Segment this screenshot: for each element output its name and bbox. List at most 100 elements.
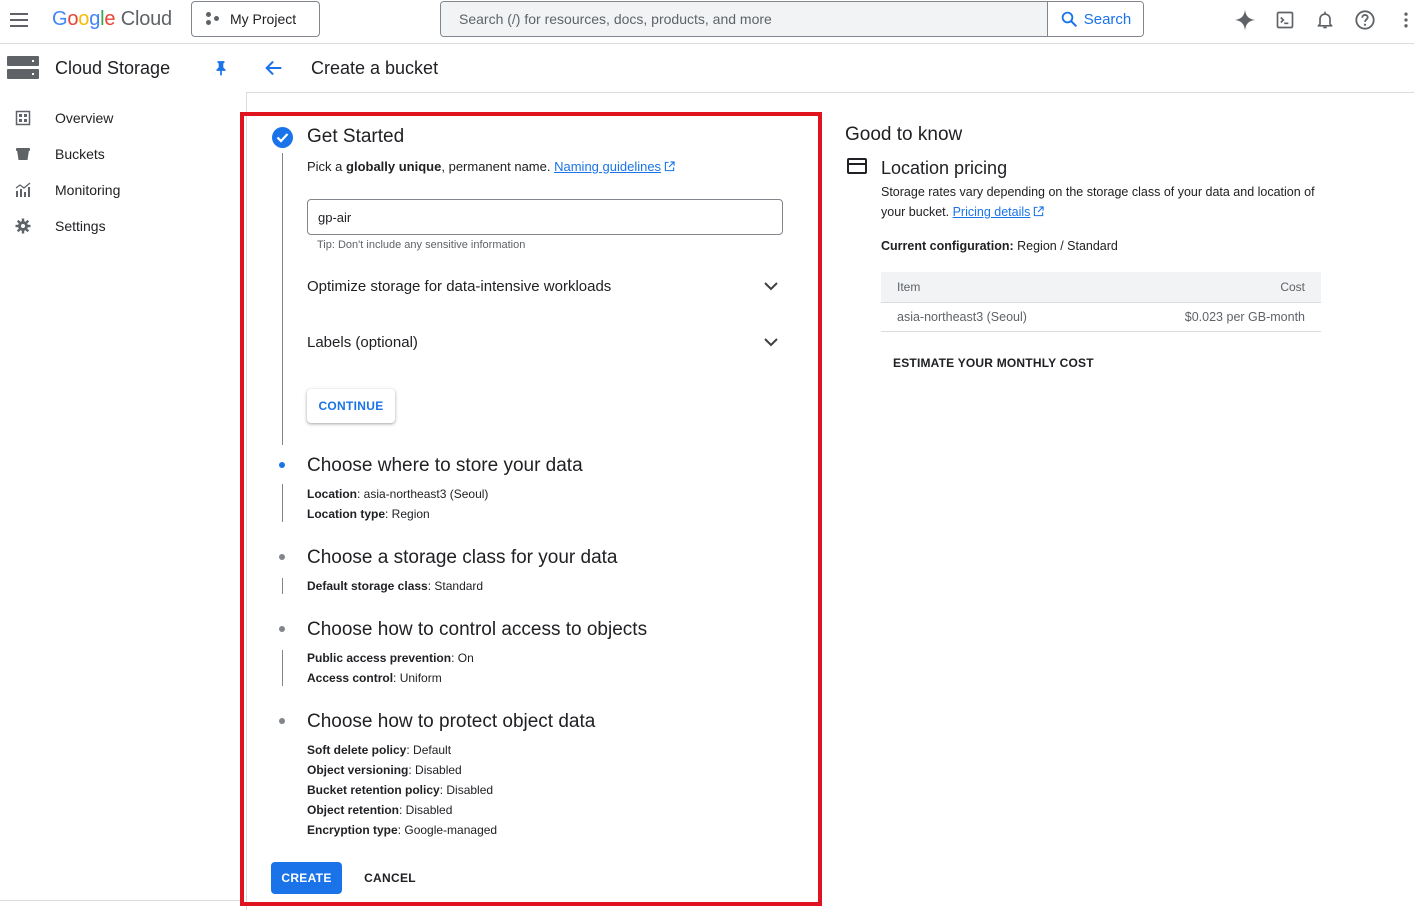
labels-label: Labels (optional) [307,334,418,351]
product-header: Cloud Storage [0,44,246,92]
good-to-know-title: Good to know [845,124,963,145]
logo-google: Google [52,8,116,30]
continue-button[interactable]: CONTINUE [307,389,395,423]
cloud-storage-icon [7,56,39,80]
step-detail: Access control: Uniform [307,670,442,686]
table-cell-item: asia-northeast3 (Seoul) [881,302,1109,332]
overview-icon [15,110,31,126]
page-title: Create a bucket [311,58,439,78]
sidebar-item-overview[interactable]: Overview [0,100,246,136]
step-title-get-started: Get Started [307,126,405,147]
step-indicator-dot [279,626,285,632]
bucket-icon [16,148,30,160]
chevron-down-icon [764,282,778,291]
search-button-label: Search [1083,10,1132,28]
bucket-name-input[interactable] [307,199,783,235]
step-detail: Encryption type: Google-managed [307,822,497,838]
detail-key: Bucket retention policy [307,783,440,797]
more-vert-icon[interactable] [1394,8,1414,32]
step-indicator-dot [279,462,285,468]
intro-bold: globally unique [346,159,442,174]
detail-key: Public access prevention [307,651,452,665]
detail-key: Soft delete policy [307,743,407,757]
naming-guidelines-link[interactable]: Naming guidelines [554,159,661,174]
detail-value: : On [451,651,474,665]
step-indicator-dot [279,554,285,560]
step-detail: Default storage class: Standard [307,578,483,594]
project-icon [206,12,220,26]
labels-expander[interactable]: Labels (optional) [307,326,783,358]
optimize-storage-label: Optimize storage for data-intensive work… [307,278,612,295]
detail-key: Object retention [307,803,400,817]
gear-icon [15,218,31,234]
detail-key: Encryption type [307,823,398,837]
name-tip: Tip: Don't include any sensitive informa… [317,239,526,251]
step-connector [282,650,283,686]
detail-value: : Region [385,507,430,521]
location-pricing-title: Location pricing [881,158,1008,178]
chevron-down-icon [764,338,778,347]
detail-key: Access control [307,671,394,685]
step-title-access-control[interactable]: Choose how to control access to objects [307,619,647,641]
step-detail: Location: asia-northeast3 (Seoul) [307,486,488,502]
search-button[interactable]: Search [1047,2,1143,36]
sidebar-bottom-divider [0,900,240,901]
detail-key: Object versioning [307,763,409,777]
name-instruction: Pick a globally unique, permanent name. … [307,159,675,174]
sidebar-nav: Overview Buckets Monitoring Settings [0,100,246,244]
detail-key: Location [307,487,357,501]
optimize-storage-expander[interactable]: Optimize storage for data-intensive work… [307,270,783,302]
detail-value: : Google-managed [397,823,498,837]
step-detail: Bucket retention policy: Disabled [307,782,493,798]
estimate-monthly-cost-button[interactable]: ESTIMATE YOUR MONTHLY COST [881,348,1106,378]
main-menu-icon[interactable] [8,8,32,32]
sidebar-item-label: Buckets [55,146,105,162]
table-cell-cost: $0.023 per GB-month [1108,302,1321,332]
step-title-location[interactable]: Choose where to store your data [307,455,583,477]
search-bar: Search [440,1,1144,37]
table-header-row: Item Cost [881,272,1321,303]
external-link-icon [664,161,675,172]
terminal-icon[interactable] [1273,8,1297,32]
cancel-button[interactable]: CANCEL [356,862,424,894]
pricing-desc-text: Storage rates vary depending on the stor… [881,185,1315,219]
step-title-data-protection[interactable]: Choose how to protect object data [307,711,595,733]
detail-value: : Disabled [399,803,453,817]
gemini-icon[interactable] [1233,8,1257,32]
logo-cloud: Cloud [120,8,172,30]
sidebar-item-label: Overview [55,110,114,126]
step-complete-check-icon [272,127,293,148]
step-connector [282,578,283,594]
search-icon [1061,11,1077,27]
config-value: Region / Standard [1013,239,1118,253]
project-picker-button[interactable]: My Project [191,1,320,37]
detail-value: : Standard [427,579,484,593]
detail-value: : asia-northeast3 (Seoul) [357,487,489,501]
sidebar-item-label: Monitoring [55,182,121,198]
pin-icon[interactable] [214,60,228,81]
create-button[interactable]: CREATE [271,862,342,894]
step-indicator-dot [279,718,285,724]
project-label: My Project [230,11,297,27]
page-header: Create a bucket [247,44,1414,93]
detail-value: : Uniform [393,671,442,685]
column-header-cost: Cost [1108,272,1321,303]
bell-icon[interactable] [1313,8,1337,32]
top-bar: Google Cloud My Project Search [0,0,1414,44]
back-arrow-icon[interactable] [263,57,287,81]
step-title-storage-class[interactable]: Choose a storage class for your data [307,547,618,569]
column-header-item: Item [881,272,1109,303]
pricing-details-link[interactable]: Pricing details [953,205,1031,219]
help-icon[interactable] [1353,8,1377,32]
step-detail: Object retention: Disabled [307,802,452,818]
sidebar-item-buckets[interactable]: Buckets [0,136,246,172]
detail-value: : Disabled [408,763,462,777]
current-configuration: Current configuration: Region / Standard [881,239,1118,253]
intro-suffix: , permanent name. [441,159,551,174]
google-cloud-logo[interactable]: Google Cloud [52,7,172,31]
monitoring-icon [15,182,31,197]
sidebar-item-settings[interactable]: Settings [0,208,246,244]
sidebar-item-monitoring[interactable]: Monitoring [0,172,246,208]
config-label: Current configuration: [881,239,1014,253]
search-input[interactable] [441,2,1047,36]
